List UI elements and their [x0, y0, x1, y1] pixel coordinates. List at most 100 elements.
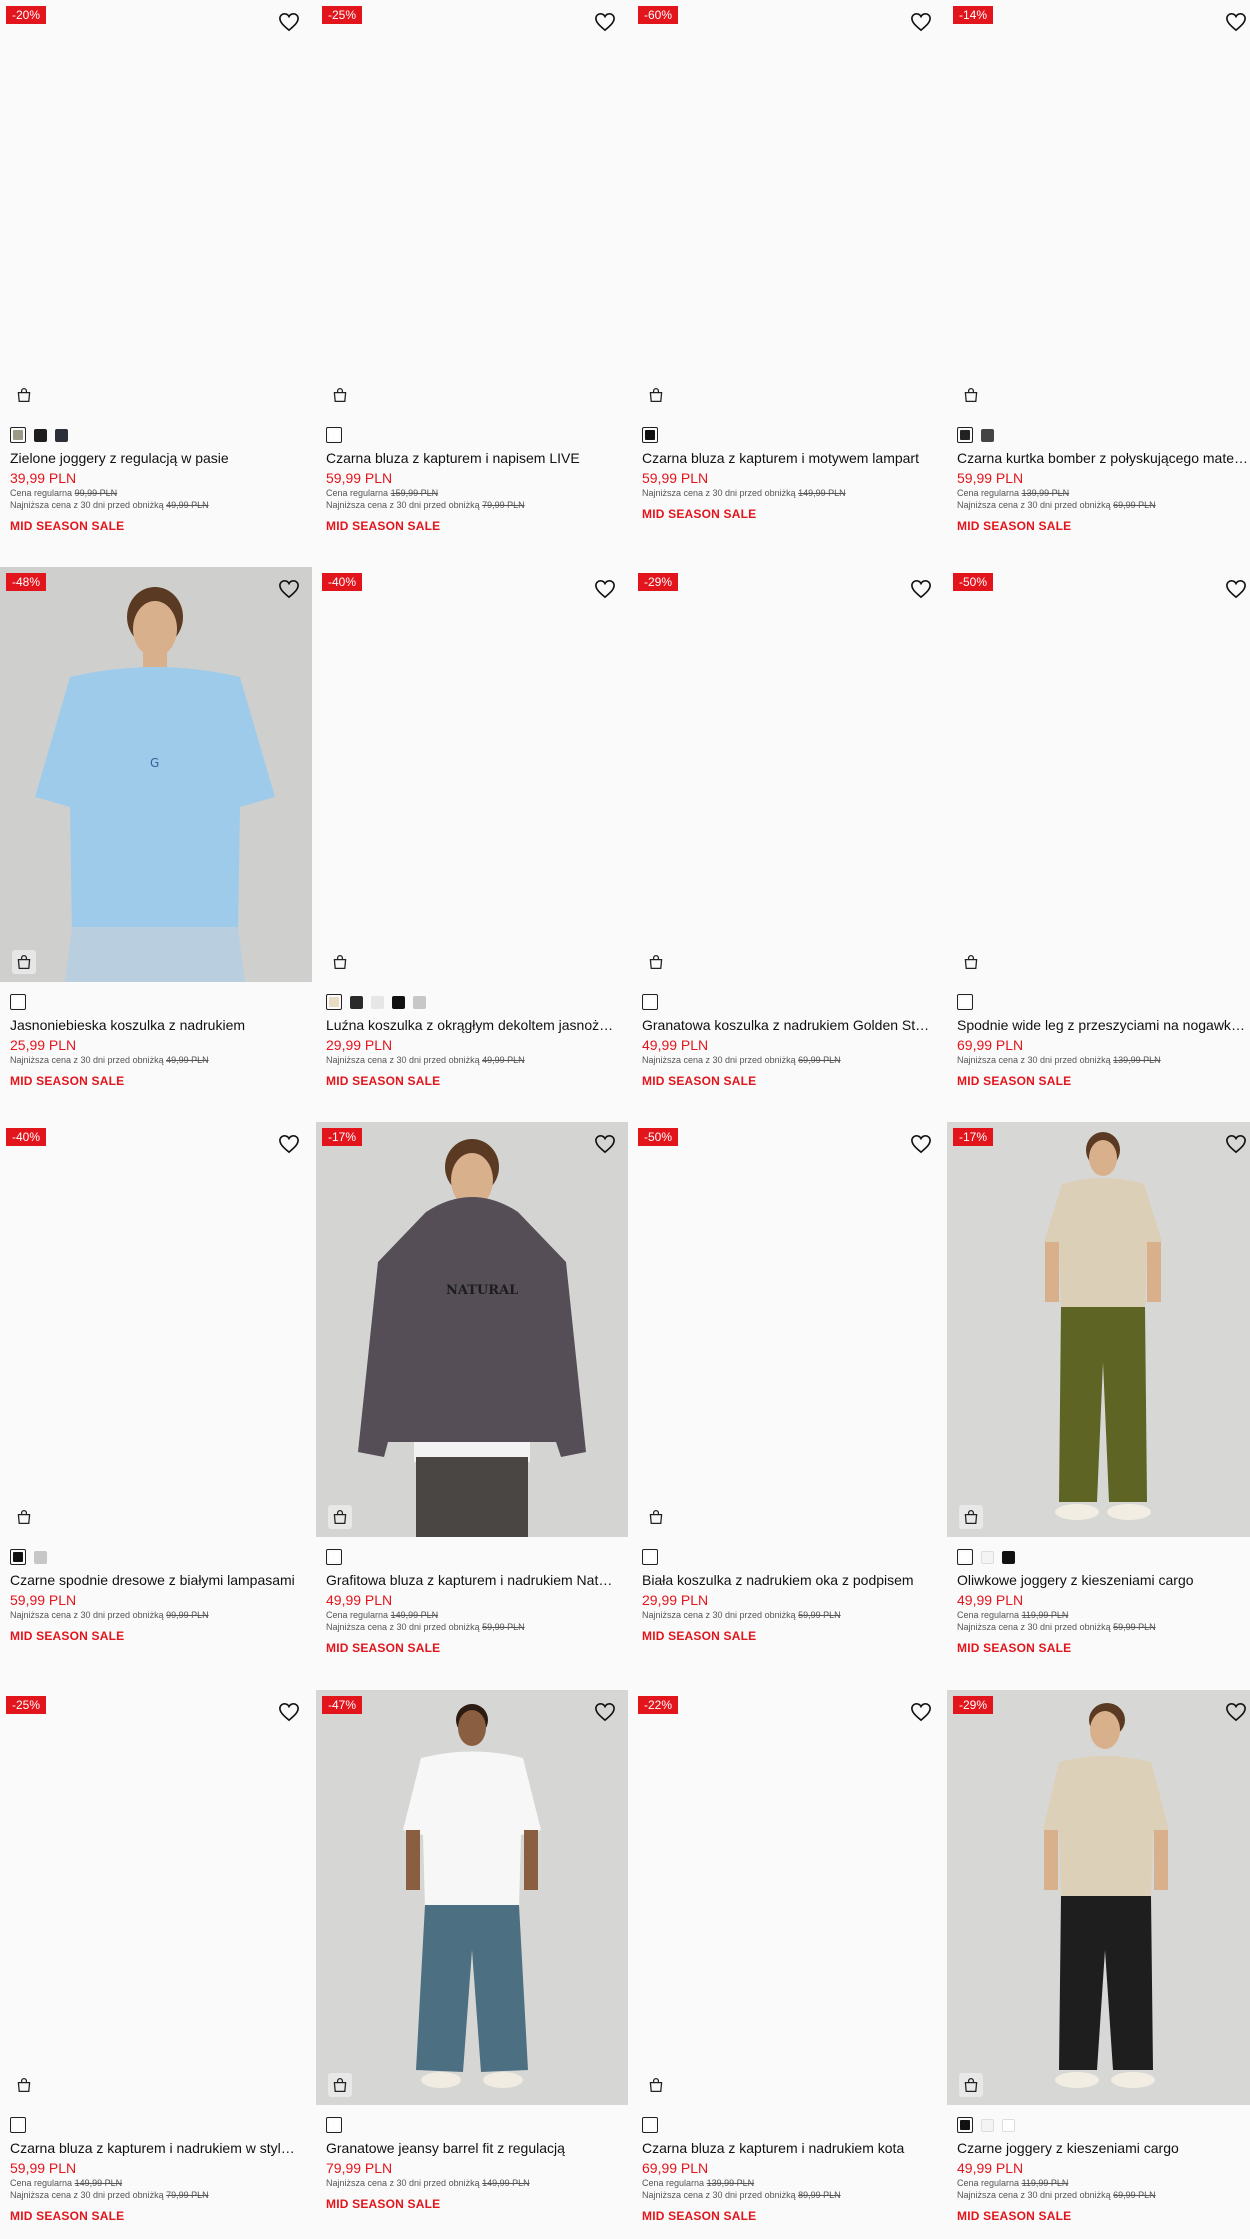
color-swatch[interactable] [957, 1549, 973, 1565]
product-name[interactable]: Jasnoniebieska koszulka z nadrukiem [10, 1016, 302, 1034]
product-name[interactable]: Granatowa koszulka z nadrukiem Golden St… [642, 1016, 934, 1034]
product-name[interactable]: Czarne joggery z kieszeniami cargo [957, 2139, 1249, 2157]
heart-icon[interactable] [594, 12, 616, 32]
heart-icon[interactable] [594, 1134, 616, 1154]
product-card[interactable]: G -48% Jasnoniebieska koszulka z nadruki… [0, 567, 312, 1088]
shopping-bag-icon[interactable] [12, 1505, 36, 1529]
product-image[interactable]: -29% [947, 1690, 1250, 2105]
color-swatch[interactable] [392, 995, 405, 1009]
color-swatch[interactable] [350, 995, 363, 1009]
product-card[interactable]: -29% Czarne joggery z kieszeniami cargo … [947, 1690, 1250, 2223]
color-swatch[interactable] [413, 995, 426, 1009]
color-swatch[interactable] [34, 1550, 47, 1564]
product-image[interactable]: -14% [947, 0, 1250, 415]
color-swatch[interactable] [981, 1550, 994, 1564]
product-card[interactable]: -29% Granatowa koszulka z nadrukiem Gold… [632, 567, 944, 1088]
color-swatch[interactable] [10, 994, 26, 1010]
shopping-bag-icon[interactable] [12, 2073, 36, 2097]
shopping-bag-icon[interactable] [644, 1505, 668, 1529]
color-swatch[interactable] [957, 427, 973, 443]
product-card[interactable]: -60% Czarna bluza z kapturem i motywem l… [632, 0, 944, 521]
product-name[interactable]: Spodnie wide leg z przeszyciami na nogaw… [957, 1016, 1249, 1034]
shopping-bag-icon[interactable] [328, 950, 352, 974]
product-name[interactable]: Oliwkowe joggery z kieszeniami cargo [957, 1571, 1249, 1589]
color-swatch[interactable] [55, 428, 68, 442]
product-card[interactable]: -47% Granatowe jeansy barrel fit z regul… [316, 1690, 628, 2211]
product-name[interactable]: Czarna bluza z kapturem i napisem LIVE [326, 449, 618, 467]
product-name[interactable]: Grafitowa bluza z kapturem i nadrukiem N… [326, 1571, 618, 1589]
color-swatch[interactable] [326, 2117, 342, 2133]
shopping-bag-icon[interactable] [644, 2073, 668, 2097]
color-swatch[interactable] [642, 2117, 658, 2133]
heart-icon[interactable] [278, 1702, 300, 1722]
product-image[interactable]: NATURAL -17% [316, 1122, 628, 1537]
product-card[interactable]: -20% Zielone joggery z regulacją w pasie… [0, 0, 312, 533]
shopping-bag-icon[interactable] [959, 1505, 983, 1529]
color-swatch[interactable] [326, 1549, 342, 1565]
product-card[interactable]: -17% Oliwkowe joggery z kieszeniami carg… [947, 1122, 1250, 1655]
color-swatch[interactable] [642, 994, 658, 1010]
color-swatch[interactable] [957, 994, 973, 1010]
heart-icon[interactable] [1225, 1134, 1247, 1154]
heart-icon[interactable] [910, 1702, 932, 1722]
product-image[interactable]: -40% [0, 1122, 312, 1537]
heart-icon[interactable] [278, 12, 300, 32]
product-card[interactable]: -40% Czarne spodnie dresowe z białymi la… [0, 1122, 312, 1643]
product-card[interactable]: -50% Spodnie wide leg z przeszyciami na … [947, 567, 1250, 1088]
product-card[interactable]: -50% Biała koszulka z nadrukiem oka z po… [632, 1122, 944, 1643]
color-swatch[interactable] [326, 994, 342, 1010]
heart-icon[interactable] [594, 579, 616, 599]
product-name[interactable]: Czarna bluza z kapturem i motywem lampar… [642, 449, 934, 467]
color-swatch[interactable] [1002, 2118, 1015, 2132]
color-swatch[interactable] [642, 427, 658, 443]
product-image[interactable]: -60% [632, 0, 944, 415]
color-swatch[interactable] [10, 1549, 26, 1565]
product-image[interactable]: -22% [632, 1690, 944, 2105]
product-image[interactable]: -29% [632, 567, 944, 982]
product-card[interactable]: NATURAL -17% Grafitowa bluza z kapturem … [316, 1122, 628, 1655]
heart-icon[interactable] [278, 1134, 300, 1154]
product-name[interactable]: Czarna kurtka bomber z połyskującego mat… [957, 449, 1249, 467]
product-card[interactable]: -22% Czarna bluza z kapturem i nadrukiem… [632, 1690, 944, 2223]
product-card[interactable]: -40% Luźna koszulka z okrągłym dekoltem … [316, 567, 628, 1088]
product-image[interactable]: -25% [0, 1690, 312, 2105]
shopping-bag-icon[interactable] [328, 2073, 352, 2097]
product-name[interactable]: Zielone joggery z regulacją w pasie [10, 449, 302, 467]
color-swatch[interactable] [981, 2118, 994, 2132]
color-swatch[interactable] [371, 995, 384, 1009]
product-card[interactable]: -25% Czarna bluza z kapturem i nadrukiem… [0, 1690, 312, 2223]
shopping-bag-icon[interactable] [12, 383, 36, 407]
color-swatch[interactable] [10, 427, 26, 443]
product-name[interactable]: Luźna koszulka z okrągłym dekoltem jasno… [326, 1016, 618, 1034]
color-swatch[interactable] [981, 428, 994, 442]
shopping-bag-icon[interactable] [328, 383, 352, 407]
product-name[interactable]: Czarna bluza z kapturem i nadrukiem w st… [10, 2139, 302, 2157]
product-image[interactable]: G -48% [0, 567, 312, 982]
heart-icon[interactable] [278, 579, 300, 599]
shopping-bag-icon[interactable] [959, 383, 983, 407]
shopping-bag-icon[interactable] [644, 383, 668, 407]
color-swatch[interactable] [957, 2117, 973, 2133]
shopping-bag-icon[interactable] [959, 2073, 983, 2097]
product-image[interactable]: -25% [316, 0, 628, 415]
product-name[interactable]: Granatowe jeansy barrel fit z regulacją [326, 2139, 618, 2157]
shopping-bag-icon[interactable] [328, 1505, 352, 1529]
product-image[interactable]: -50% [632, 1122, 944, 1537]
shopping-bag-icon[interactable] [12, 950, 36, 974]
color-swatch[interactable] [10, 2117, 26, 2133]
heart-icon[interactable] [1225, 1702, 1247, 1722]
product-name[interactable]: Czarne spodnie dresowe z białymi lampasa… [10, 1571, 302, 1589]
heart-icon[interactable] [594, 1702, 616, 1722]
product-image[interactable]: -50% [947, 567, 1250, 982]
heart-icon[interactable] [1225, 579, 1247, 599]
color-swatch[interactable] [1002, 1550, 1015, 1564]
heart-icon[interactable] [1225, 12, 1247, 32]
shopping-bag-icon[interactable] [959, 950, 983, 974]
product-card[interactable]: -25% Czarna bluza z kapturem i napisem L… [316, 0, 628, 533]
product-image[interactable]: -40% [316, 567, 628, 982]
product-image[interactable]: -20% [0, 0, 312, 415]
color-swatch[interactable] [34, 428, 47, 442]
heart-icon[interactable] [910, 12, 932, 32]
product-image[interactable]: -47% [316, 1690, 628, 2105]
color-swatch[interactable] [326, 427, 342, 443]
